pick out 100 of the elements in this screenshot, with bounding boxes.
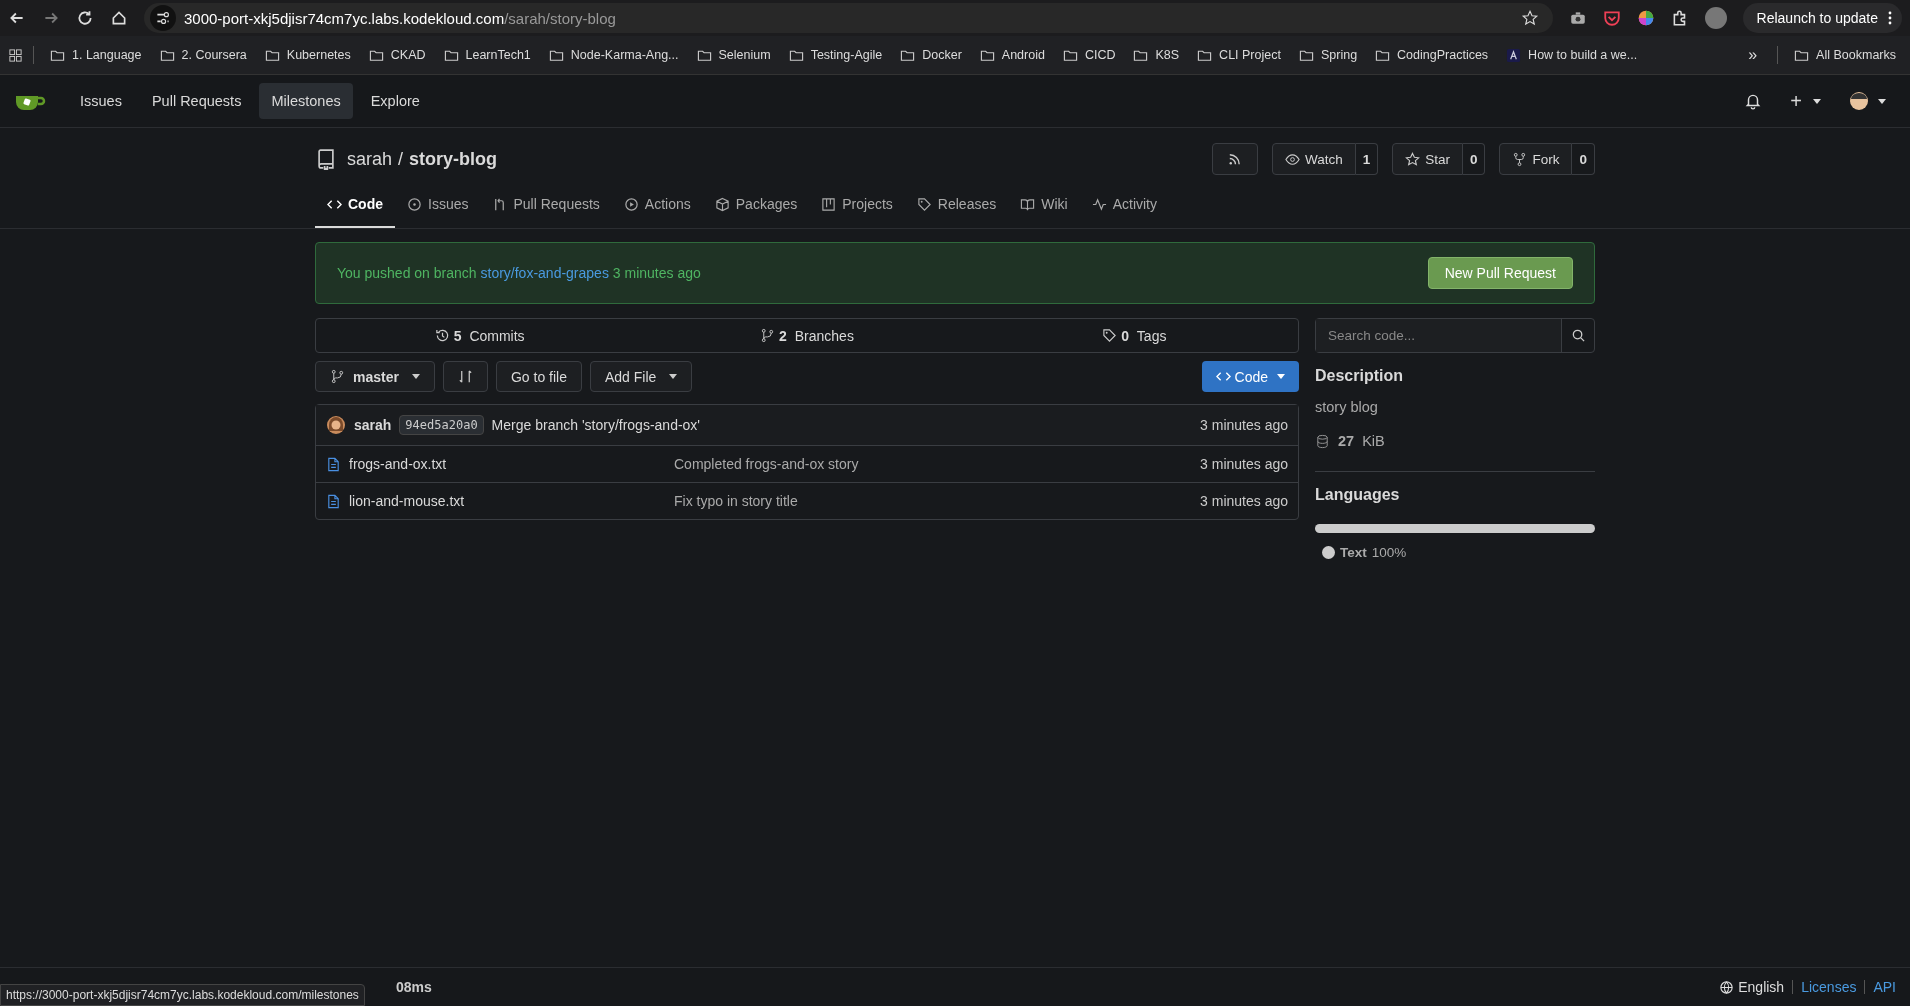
add-file-button[interactable]: Add File <box>589 361 693 392</box>
reload-icon[interactable] <box>76 9 94 27</box>
nav-link[interactable]: Milestones <box>259 83 353 119</box>
branch-link[interactable]: story/fox-and-grapes <box>480 265 609 281</box>
caret-icon <box>411 374 420 379</box>
repo-name-link[interactable]: story-blog <box>409 148 498 170</box>
commit-sha-link[interactable]: 94ed5a20a0 <box>399 415 484 435</box>
nav-link[interactable]: Issues <box>68 83 134 119</box>
commit-message-link[interactable]: Fix typo in story title <box>674 493 798 509</box>
repo-stat-link[interactable]: 5 Commits <box>316 319 644 352</box>
caret-icon <box>669 374 678 379</box>
address-bar[interactable]: 3000-port-xkj5djisr74cm7yc.labs.kodekloud.com/sarah/story-blog <box>144 3 1553 33</box>
file-link[interactable]: lion-and-mouse.txt <box>326 493 674 509</box>
pocket-icon[interactable] <box>1602 9 1621 27</box>
avatar-icon <box>326 415 346 435</box>
database-icon <box>1315 433 1330 449</box>
footer-link[interactable]: Licenses <box>1801 979 1857 995</box>
branch-selector[interactable]: master <box>315 361 435 392</box>
file-icon <box>326 493 341 509</box>
search-icon[interactable] <box>1570 328 1586 343</box>
language-selector[interactable]: English <box>1719 979 1785 995</box>
nav-link[interactable]: Pull Requests <box>139 83 254 119</box>
bookmark[interactable]: Android <box>973 47 1051 63</box>
repo-tab[interactable]: Activity <box>1079 184 1169 228</box>
bookmark[interactable]: How to build a we... <box>1500 47 1644 63</box>
bookmark[interactable]: Testing-Agile <box>782 47 889 63</box>
site-settings-icon[interactable] <box>154 9 172 27</box>
bookmark[interactable]: Selenium <box>690 47 777 63</box>
compare-icon <box>457 369 473 384</box>
play-icon <box>623 196 639 212</box>
footer-link[interactable]: API <box>1873 979 1896 995</box>
bookmark[interactable]: 1. Language <box>44 47 148 63</box>
repo-action-button[interactable]: Fork <box>1499 143 1573 175</box>
repo-tab[interactable]: Releases <box>904 184 1009 228</box>
language-percent: 100% <box>1371 545 1407 560</box>
commit-author-link[interactable]: sarah <box>354 417 392 433</box>
status-url: https://3000-port-xkj5djisr74cm7yc.labs.kodekloud.com/milestones <box>0 984 365 1006</box>
nav-link[interactable]: Explore <box>358 83 432 119</box>
code-button[interactable]: Code <box>1201 361 1299 392</box>
repo-tab[interactable]: Code <box>315 184 395 228</box>
rss-icon <box>1227 151 1243 167</box>
star-icon[interactable] <box>1520 9 1539 27</box>
star-icon <box>1405 151 1421 167</box>
bookmark[interactable]: Node-Karma-Ang... <box>542 47 685 63</box>
create-menu[interactable]: + <box>1790 89 1821 113</box>
repo-tab[interactable]: Pull Requests <box>480 184 612 228</box>
count-label[interactable]: 1 <box>1355 143 1379 175</box>
languages-heading: Languages <box>1315 486 1401 504</box>
repo-icon <box>315 148 337 170</box>
bookmark[interactable]: Spring <box>1292 47 1364 63</box>
relaunch-button[interactable]: Relaunch to update <box>1742 3 1902 33</box>
go-to-file-button[interactable]: Go to file <box>495 361 582 392</box>
push-message: You pushed on branch story/fox-and-grapes 3 minutes ago <box>337 265 701 281</box>
repo-owner-link[interactable]: sarah <box>347 148 393 170</box>
repo-tab[interactable]: Packages <box>702 184 810 228</box>
count-label[interactable]: 0 <box>1462 143 1486 175</box>
path-separator: / <box>398 148 404 170</box>
color-wheel-icon[interactable] <box>1636 9 1655 27</box>
user-menu[interactable] <box>1849 91 1886 111</box>
size-unit: KiB <box>1362 433 1385 449</box>
bookmark[interactable]: CICD <box>1056 47 1122 63</box>
commit-message-link[interactable]: Completed frogs-and-ox story <box>674 456 859 472</box>
repo-stat-link[interactable]: 2 Branches <box>643 319 971 352</box>
caret-icon <box>1878 98 1886 104</box>
book-icon <box>1020 196 1036 212</box>
repo-tab[interactable]: Issues <box>395 184 481 228</box>
compare-button[interactable] <box>442 361 488 392</box>
code-search-field[interactable]: Search code... <box>1315 318 1595 353</box>
bookmark[interactable]: Docker <box>894 47 968 63</box>
language-name: Text <box>1340 545 1367 560</box>
repo-tab[interactable]: Projects <box>809 184 905 228</box>
tag-icon <box>1102 328 1118 343</box>
bookmark[interactable]: CLI Project <box>1191 47 1287 63</box>
bookmark[interactable]: Kubernetes <box>258 47 357 63</box>
rss-button[interactable] <box>1211 143 1258 175</box>
bookmark[interactable]: CodingPractices <box>1369 47 1495 63</box>
repo-action-button[interactable]: Star <box>1392 143 1463 175</box>
repo-action-button[interactable]: Watch <box>1271 143 1356 175</box>
bookmark[interactable]: 2. Coursera <box>153 47 253 63</box>
repo-stat-link[interactable]: 0 Tags <box>970 319 1298 352</box>
commit-time: 3 minutes ago <box>1200 417 1288 433</box>
file-link[interactable]: frogs-and-ox.txt <box>326 456 674 472</box>
bookmark[interactable]: CKAD <box>362 47 432 63</box>
all-bookmarks[interactable]: All Bookmarks <box>1788 47 1902 63</box>
footer-text: 08ms <box>396 979 432 995</box>
more-bookmarks[interactable]: » <box>1738 46 1768 64</box>
camera-icon[interactable] <box>1568 9 1587 27</box>
apps-grid-icon[interactable] <box>8 47 23 63</box>
bookmark[interactable]: LearnTech1 <box>437 47 537 63</box>
commit-time: 3 minutes ago <box>1200 493 1288 509</box>
language-dot <box>1322 546 1335 559</box>
repo-tab[interactable]: Actions <box>611 184 703 228</box>
bookmark[interactable]: K8S <box>1127 47 1186 63</box>
count-label[interactable]: 0 <box>1572 143 1595 175</box>
repo-size: 27 <box>1338 433 1355 449</box>
branch-icon <box>760 328 776 343</box>
repo-tab[interactable]: Wiki <box>1008 184 1080 228</box>
bell-icon[interactable] <box>1744 92 1763 110</box>
profile-avatar[interactable] <box>1704 7 1727 29</box>
home-icon[interactable] <box>110 9 128 27</box>
